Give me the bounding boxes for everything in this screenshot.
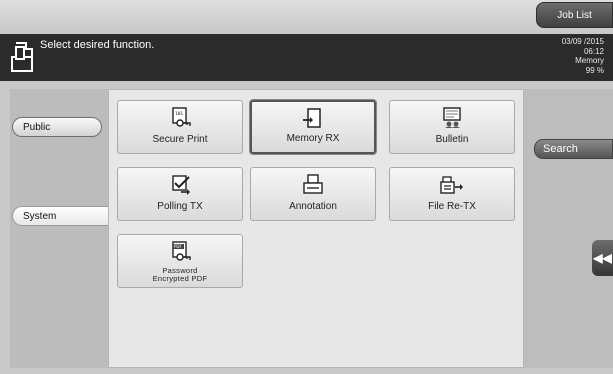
status-memory-label: Memory [575,56,604,65]
svg-text:101: 101 [175,111,183,117]
status-area: 03/09 /2015 06:12 Memory 99 % [562,37,604,75]
password-pdf-icon: PDF [172,241,191,261]
status-date: 03/09 /2015 [561,37,604,46]
tile-label: Memory RX [286,133,340,144]
function-box-icon [11,42,33,72]
tile-label: Bulletin [435,134,469,145]
category-system-button[interactable]: System [12,206,122,226]
status-time: 06:12 [583,46,604,56]
secure-print-icon: 101 [172,107,191,127]
message-text: Select desired function. [40,39,155,51]
category-public-button[interactable]: Public [12,117,102,137]
back-icon[interactable]: ◀◀ [592,240,613,276]
tile-label: Polling TX [157,201,203,212]
job-list-button[interactable]: Job List [536,2,613,28]
annotation-icon [303,174,323,194]
search-button[interactable]: Search [534,139,613,159]
right-panel [524,89,613,368]
tile-annotation[interactable]: Annotation [250,167,376,221]
tile-secure-print[interactable]: 101 Secure Print [117,100,243,154]
tile-label-line2: Encrypted PDF [152,274,208,283]
status-memory-value: 99 % [585,65,604,75]
file-re-tx-icon [440,176,463,194]
tile-password-encrypted-pdf[interactable]: PDF Password Encrypted PDF [117,234,243,288]
tile-memory-rx[interactable]: Memory RX [249,99,377,155]
tile-file-re-tx[interactable]: File Re-TX [389,167,515,221]
tile-polling-tx[interactable]: Polling TX [117,167,243,221]
tile-label: Secure Print [152,134,208,145]
memory-rx-icon [303,108,321,128]
tile-label: Annotation [289,201,337,212]
svg-text:PDF: PDF [174,244,182,249]
tile-label: Password Encrypted PDF [118,267,242,283]
message-bar: Select desired function. 03/09 /2015 06:… [0,34,613,81]
polling-tx-icon [172,175,190,195]
top-strip [0,0,613,34]
tile-label: File Re-TX [428,201,476,212]
tile-bulletin[interactable]: Bulletin [389,100,515,154]
bulletin-icon [443,107,461,128]
function-grid: 101 Secure Print Memory RX Bulletin Poll… [108,89,524,368]
